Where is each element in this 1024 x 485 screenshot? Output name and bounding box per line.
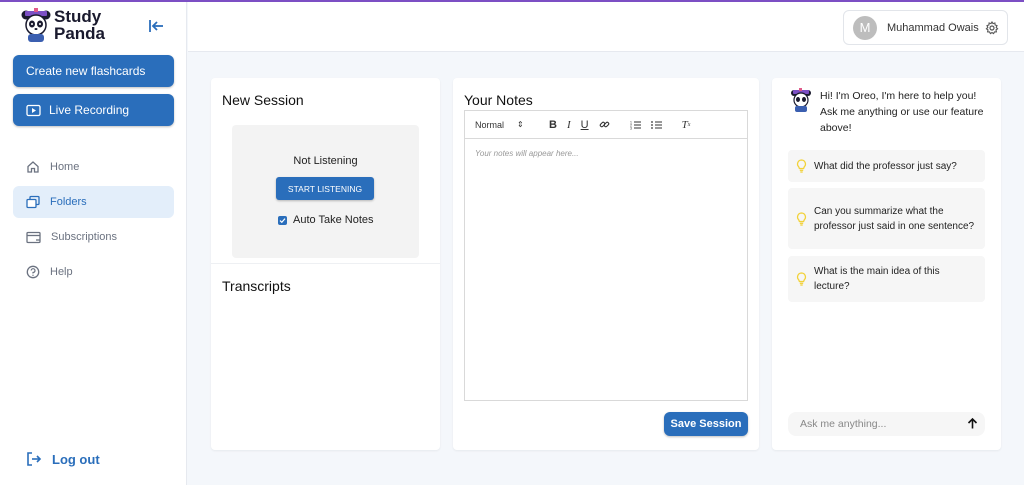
clear-format-icon[interactable]: Tx: [682, 119, 691, 131]
session-panel: New Session Not Listening START LISTENIN…: [211, 78, 440, 450]
card-icon: [26, 231, 41, 243]
sidebar-item-label: Home: [50, 161, 80, 173]
divider: [211, 263, 440, 264]
svg-text:3: 3: [630, 126, 632, 130]
auto-take-notes-option[interactable]: Auto Take Notes: [278, 214, 374, 226]
arrow-up-icon[interactable]: [966, 417, 979, 430]
auto-take-notes-checkbox[interactable]: [278, 215, 287, 225]
sidebar-item-folders[interactable]: Folders: [13, 186, 174, 218]
link-icon[interactable]: [599, 119, 610, 130]
notes-title: Your Notes: [464, 92, 533, 108]
checkmark-icon: [279, 217, 286, 223]
live-recording-button[interactable]: Live Recording: [13, 94, 174, 126]
select-arrows-icon: ⇕: [517, 120, 524, 129]
create-flashcards-label: Create new flashcards: [26, 64, 146, 78]
listening-status: Not Listening: [293, 155, 358, 167]
bold-icon[interactable]: B: [549, 119, 557, 131]
notes-editor: Normal ⇕ B I U 1 2 3 T x Your notes will…: [464, 110, 748, 401]
sidebar-nav: Home Folders Subscriptions Help: [13, 151, 174, 291]
home-icon: [27, 161, 39, 173]
sidebar: Study Panda Create new flashcards Live R…: [0, 2, 187, 485]
live-recording-label: Live Recording: [49, 103, 130, 117]
panda-bot-avatar-icon: [791, 88, 811, 112]
suggestion-chip[interactable]: What did the professor just say?: [788, 150, 985, 182]
help-icon: [26, 265, 40, 279]
avatar: M: [853, 15, 877, 40]
sidebar-item-label: Subscriptions: [51, 231, 118, 243]
sidebar-item-help[interactable]: Help: [13, 256, 174, 288]
chat-input[interactable]: [800, 418, 960, 430]
save-session-button[interactable]: Save Session: [664, 412, 748, 436]
collapse-arrow-icon: [149, 20, 163, 32]
start-listening-button[interactable]: START LISTENING: [276, 177, 374, 200]
format-select-value: Normal: [475, 119, 505, 130]
logo-line-2: Panda: [54, 24, 106, 43]
suggestion-chip[interactable]: What is the main idea of this lecture?: [788, 256, 985, 302]
lightbulb-icon: [796, 211, 807, 226]
sidebar-item-label: Folders: [50, 196, 87, 208]
logout-label: Log out: [52, 451, 100, 467]
gear-icon[interactable]: [985, 20, 999, 35]
create-flashcards-button[interactable]: Create new flashcards: [13, 55, 174, 87]
lightbulb-icon: [796, 159, 807, 173]
editor-placeholder[interactable]: Your notes will appear here...: [475, 149, 579, 158]
sidebar-item-subscriptions[interactable]: Subscriptions: [13, 221, 174, 253]
logout-button[interactable]: Log out: [26, 451, 100, 467]
logo-text: Study Panda: [54, 8, 105, 42]
sidebar-item-label: Help: [50, 266, 73, 278]
logo-line-1: Study: [54, 7, 102, 26]
suggestion-text: Can you summarize what the professor jus…: [814, 205, 975, 232]
notes-panel: Your Notes Normal ⇕ B I U 1 2 3 T x Your…: [453, 78, 759, 450]
user-menu[interactable]: M Muhammad Owais: [843, 10, 1008, 45]
chat-panel: Hi! I'm Oreo, I'm here to help you! Ask …: [772, 78, 1001, 450]
italic-icon[interactable]: I: [567, 119, 571, 131]
logo[interactable]: Study Panda: [20, 8, 105, 42]
topbar: M Muhammad Owais: [188, 2, 1024, 52]
suggestion-text: What did the professor just say?: [814, 160, 957, 172]
bot-message: Hi! I'm Oreo, I'm here to help you! Ask …: [790, 88, 990, 136]
panda-logo-icon: [21, 8, 51, 42]
sidebar-item-home[interactable]: Home: [13, 151, 174, 183]
play-screen-icon: [26, 104, 41, 116]
suggestion-chip[interactable]: Can you summarize what the professor jus…: [788, 188, 985, 249]
folders-icon: [26, 195, 40, 209]
listening-box: Not Listening START LISTENING Auto Take …: [232, 125, 419, 258]
transcripts-title: Transcripts: [222, 278, 291, 294]
underline-icon[interactable]: U: [581, 119, 589, 131]
suggestion-text: What is the main idea of this lecture?: [814, 266, 940, 292]
logout-icon: [27, 452, 42, 466]
editor-toolbar: Normal ⇕ B I U 1 2 3 T x: [465, 111, 747, 139]
collapse-sidebar-button[interactable]: [146, 16, 166, 36]
user-name: Muhammad Owais: [887, 21, 979, 34]
bot-greeting: Hi! I'm Oreo, I'm here to help you! Ask …: [820, 90, 984, 134]
session-title: New Session: [222, 92, 304, 108]
bullet-list-icon[interactable]: [650, 120, 662, 130]
lightbulb-icon: [796, 272, 807, 286]
ordered-list-icon[interactable]: 1 2 3: [630, 120, 641, 130]
format-select[interactable]: Normal ⇕: [475, 120, 539, 130]
chat-input-box: [788, 412, 985, 436]
auto-take-notes-label: Auto Take Notes: [293, 214, 374, 226]
